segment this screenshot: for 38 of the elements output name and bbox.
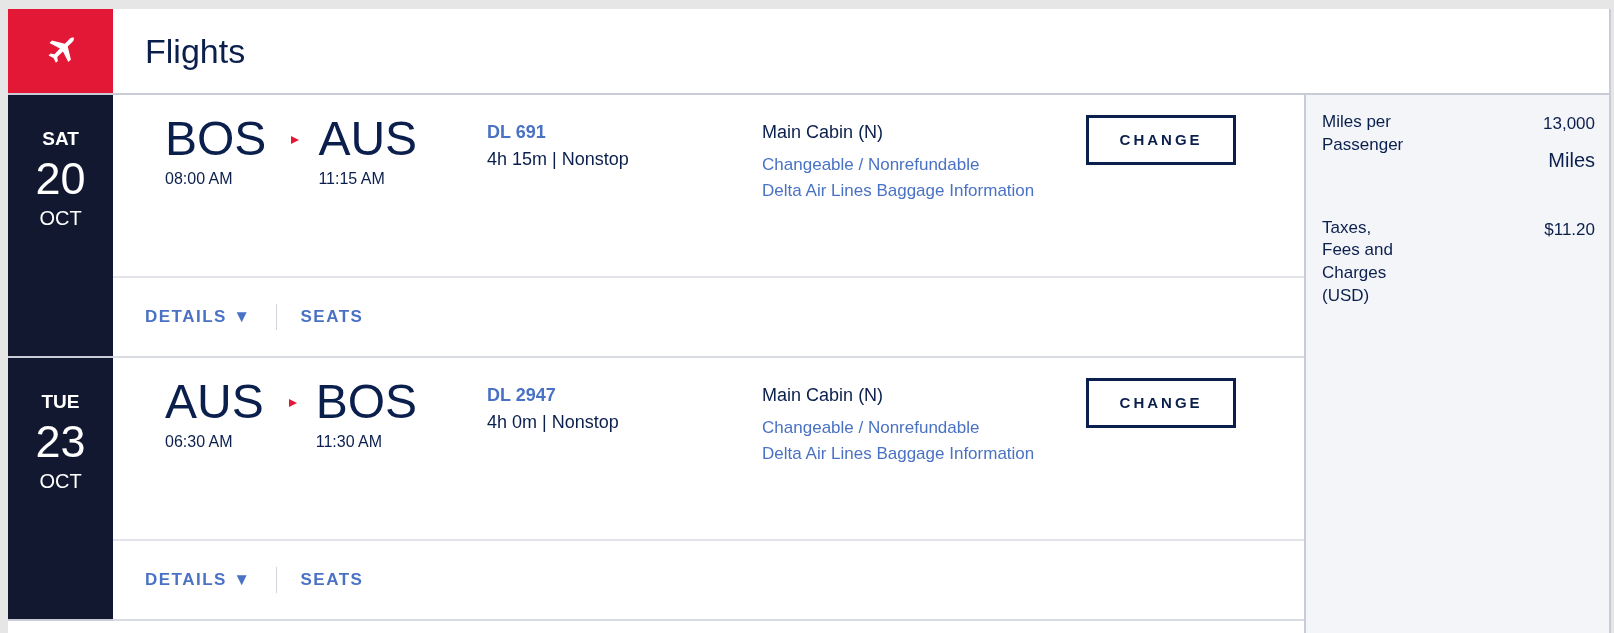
cabin-class: Main Cabin (N) [762,121,885,144]
fare-rules-link[interactable]: Changeable / Nonrefundable [762,415,1087,441]
arrival-time: 11:30 AM [315,432,384,452]
arrow-icon [290,135,301,145]
seats-link[interactable]: SEATS [300,304,364,330]
summary-label: Taxes, Fees and Charges (USD) [1322,216,1394,308]
fare-rules-link[interactable]: Changeable / Nonrefundable [762,152,1087,178]
flight-number-link[interactable]: DL 2947 [487,382,763,409]
flight-duration: 4h 15m | Nonstop [487,148,630,171]
summary-value: 13,000 [1543,113,1595,135]
departure-time: 06:30 AM [165,432,234,452]
arrival-time: 11:15 AM [318,169,386,189]
flight-duration: 4h 0m | Nonstop [487,411,620,434]
departure-time: 08:00 AM [165,169,234,189]
details-link[interactable]: DETAILS ▼ [145,304,252,330]
change-button[interactable]: CHANGE [1086,115,1237,165]
airport-code: AUS [318,115,418,163]
airport-code: AUS [165,378,264,426]
baggage-info-link[interactable]: Delta Air Lines Baggage Information [762,177,1087,203]
arrow-icon [287,398,298,408]
flight-number-link[interactable]: DL 691 [487,119,763,146]
day-number: 23 [35,416,86,466]
weekday-label: TUE [41,390,80,414]
airport-code: BOS [165,115,267,163]
change-button[interactable]: CHANGE [1086,378,1237,428]
airport-code: BOS [315,378,418,426]
section-title: Flights [144,30,246,72]
summary-value: $11.20 [1544,218,1595,241]
month-label: OCT [39,206,82,231]
details-link[interactable]: DETAILS ▼ [145,567,252,593]
baggage-info-link[interactable]: Delta Air Lines Baggage Information [762,440,1087,466]
weekday-label: SAT [42,127,79,151]
day-number: 20 [35,153,86,203]
summary-label: Miles per Passenger [1322,111,1405,156]
month-label: OCT [39,469,82,494]
cabin-class: Main Cabin (N) [762,384,885,407]
seats-link[interactable]: SEATS [300,567,364,593]
unit-label: Miles [1548,147,1595,173]
